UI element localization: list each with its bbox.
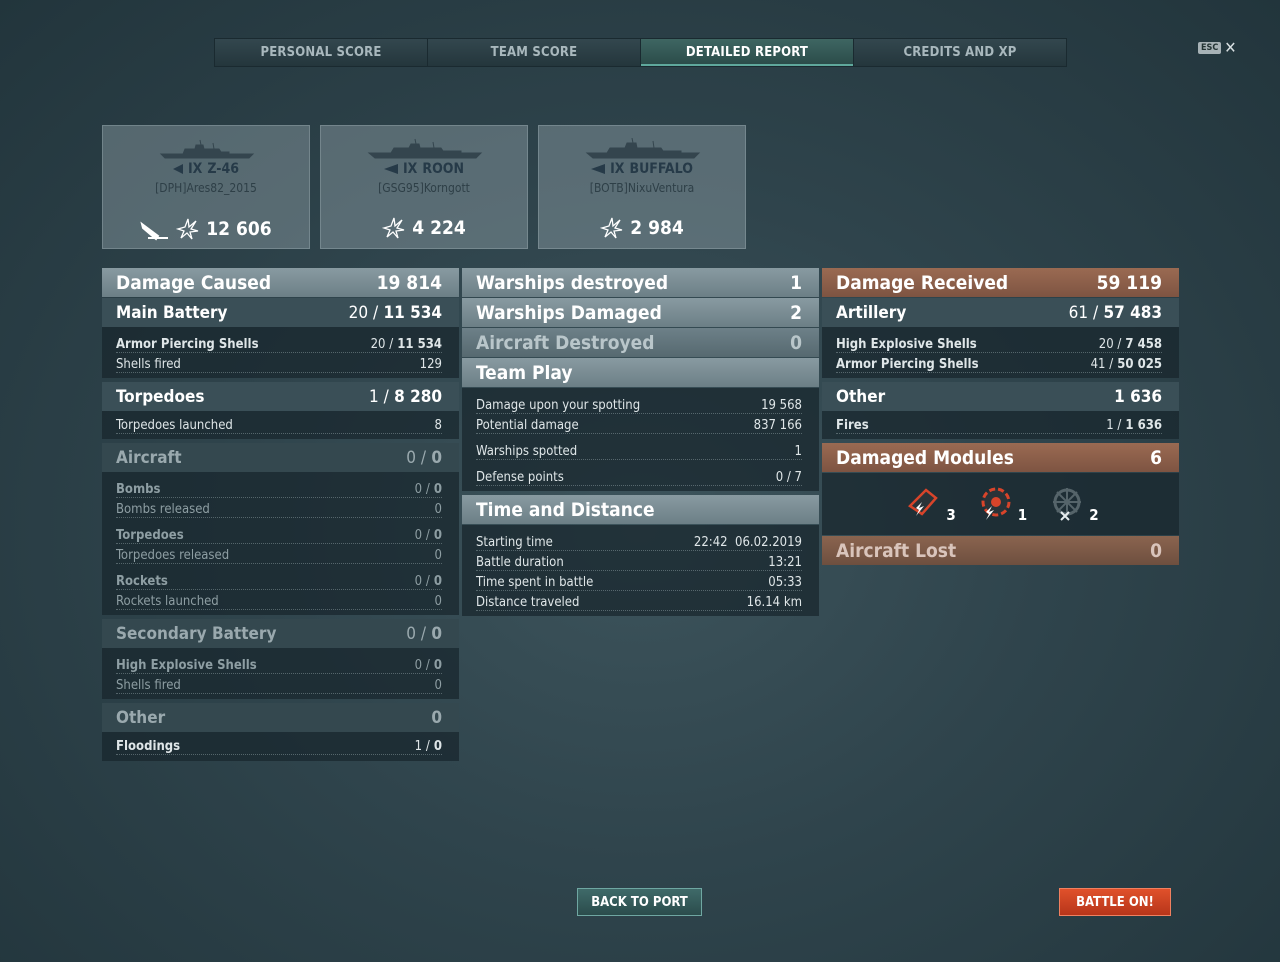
shells-fired-row: Shells fired 129 — [116, 353, 442, 373]
secondary-he-row: High Explosive Shells 0 / 0 — [116, 654, 442, 674]
ship-tier: IX — [610, 161, 625, 177]
damaged-modules-header: Damaged Modules 6 — [822, 443, 1179, 472]
ship-damage-score: 2 984 — [630, 217, 684, 239]
battle-duration-row: Battle duration 13:21 — [476, 551, 802, 571]
destroyer-class-icon — [172, 164, 183, 174]
bombs-row: Bombs 0 / 0 — [116, 478, 442, 498]
damage-burst-icon — [382, 217, 405, 239]
bombs-released-row: Bombs released 0 — [116, 498, 442, 518]
cruiser-class-icon — [383, 164, 398, 174]
secondary-battery-header: Secondary Battery 0 / 0 — [102, 619, 459, 648]
ship-silhouette-icon — [367, 138, 483, 159]
torpedoes-launched-row: Torpedoes launched 8 — [116, 414, 442, 434]
aircraft-lost-row: Aircraft Lost 0 — [822, 536, 1179, 565]
module-item: 3 — [902, 484, 956, 524]
time-distance-header: Time and Distance — [462, 495, 819, 524]
potential-damage-row: Potential damage 837 166 — [476, 414, 802, 434]
rockets-row: Rockets 0 / 0 — [116, 570, 442, 590]
other-caused-header: Other 0 — [102, 703, 459, 732]
tab-team-score[interactable]: TEAM SCORE — [428, 39, 641, 66]
ship-silhouette-icon — [159, 139, 255, 159]
ship-name: BUFFALO — [629, 161, 693, 177]
ship-card: IX ROON [GSG95]Korngott 4 224 — [320, 125, 528, 249]
tab-credits-xp[interactable]: CREDITS AND XP — [854, 39, 1066, 66]
aircraft-destroyed-row: Aircraft Destroyed 0 — [462, 328, 819, 357]
damage-received-header: Damage Received 59 119 — [822, 268, 1179, 297]
received-ap-row: Armor Piercing Shells 41 / 50 025 — [836, 353, 1162, 373]
close-icon: ✕ — [1224, 38, 1237, 57]
battle-on-button[interactable]: BATTLE ON! — [1059, 888, 1171, 916]
damage-burst-icon — [176, 218, 199, 240]
damage-burst-icon — [600, 217, 623, 239]
engine-damaged-icon — [981, 487, 1011, 520]
module-item: 2 — [1047, 484, 1099, 524]
starting-time-row: Starting time 22:42 06.02.2019 — [476, 531, 802, 551]
cruiser-class-icon — [591, 164, 606, 174]
ship-damage-score: 4 224 — [412, 217, 466, 239]
damaged-modules-list: 3 1 2 — [822, 473, 1179, 535]
torpedoes-released-row: Torpedoes released 0 — [116, 544, 442, 564]
damage-caused-header: Damage Caused 19 814 — [102, 268, 459, 297]
distance-traveled-row: Distance traveled 16.14 km — [476, 591, 802, 611]
ship-tier: IX — [402, 161, 418, 177]
fires-row: Fires 1 / 1 636 — [836, 414, 1162, 434]
other-received-header: Other 1 636 — [822, 382, 1179, 411]
player-name: [DPH]Ares82_2015 — [155, 181, 257, 195]
warships-damaged-row: Warships Damaged 2 — [462, 298, 819, 327]
close-button[interactable]: ESC ✕ — [1198, 38, 1237, 57]
secondary-shells-fired-row: Shells fired 0 — [116, 674, 442, 694]
ship-tier: IX — [187, 161, 203, 177]
floodings-row: Floodings 1 / 0 — [116, 735, 442, 755]
ship-card: IX Z-46 [DPH]Ares82_2015 12 606 — [102, 125, 310, 249]
player-name: [BOTB]NixuVentura — [589, 181, 695, 195]
tab-detailed-report[interactable]: DETAILED REPORT — [641, 39, 854, 66]
defense-points-row: Defense points 0 / 7 — [476, 466, 802, 486]
ship-sunk-icon — [140, 221, 169, 241]
ap-shells-row: Armor Piercing Shells 20 / 11 534 — [116, 333, 442, 353]
time-spent-row: Time spent in battle 05:33 — [476, 571, 802, 591]
damage-caused-panel: Damage Caused 19 814 Main Battery 20 / 11 … — [102, 268, 459, 761]
aircraft-header: Aircraft 0 / 0 — [102, 443, 459, 472]
battle-summary-panel: Warships destroyed 1 Warships Damaged 2 Ai… — [462, 268, 819, 616]
ship-card: IX BUFFALO [BOTB]NixuVentura 2 984 — [538, 125, 746, 249]
warships-destroyed-row: Warships destroyed 1 — [462, 268, 819, 297]
tab-personal-score[interactable]: PERSONAL SCORE — [215, 39, 428, 66]
turret-damaged-icon — [908, 488, 939, 516]
torpedoes-header: Torpedoes 1 / 8 280 — [102, 382, 459, 411]
aircraft-torpedoes-row: Torpedoes 0 / 0 — [116, 524, 442, 544]
warships-spotted-row: Warships spotted 1 — [476, 440, 802, 460]
team-play-header: Team Play — [462, 358, 819, 387]
esc-key-label: ESC — [1198, 42, 1222, 54]
ship-damage-score: 12 606 — [206, 218, 272, 240]
artillery-header: Artillery 61 / 57 483 — [822, 298, 1179, 327]
ship-name: Z-46 — [207, 161, 240, 177]
rockets-launched-row: Rockets launched 0 — [116, 590, 442, 610]
received-he-row: High Explosive Shells 20 / 7 458 — [836, 333, 1162, 353]
main-battery-header: Main Battery 20 / 11 534 — [102, 298, 459, 327]
spotting-damage-row: Damage upon your spotting 19 568 — [476, 394, 802, 414]
player-name: [GSG95]Korngott — [378, 181, 470, 195]
ship-silhouette-icon — [585, 138, 701, 159]
steering-gear-icon — [1053, 488, 1082, 521]
back-to-port-button[interactable]: BACK TO PORT — [577, 888, 702, 916]
damage-received-panel: Damage Received 59 119 Artillery 61 / 57 4… — [822, 268, 1179, 566]
report-tabs: PERSONAL SCORE TEAM SCORE DETAILED REPOR… — [214, 38, 1067, 67]
module-item: 1 — [976, 484, 1027, 524]
ship-name: ROON — [422, 161, 465, 177]
